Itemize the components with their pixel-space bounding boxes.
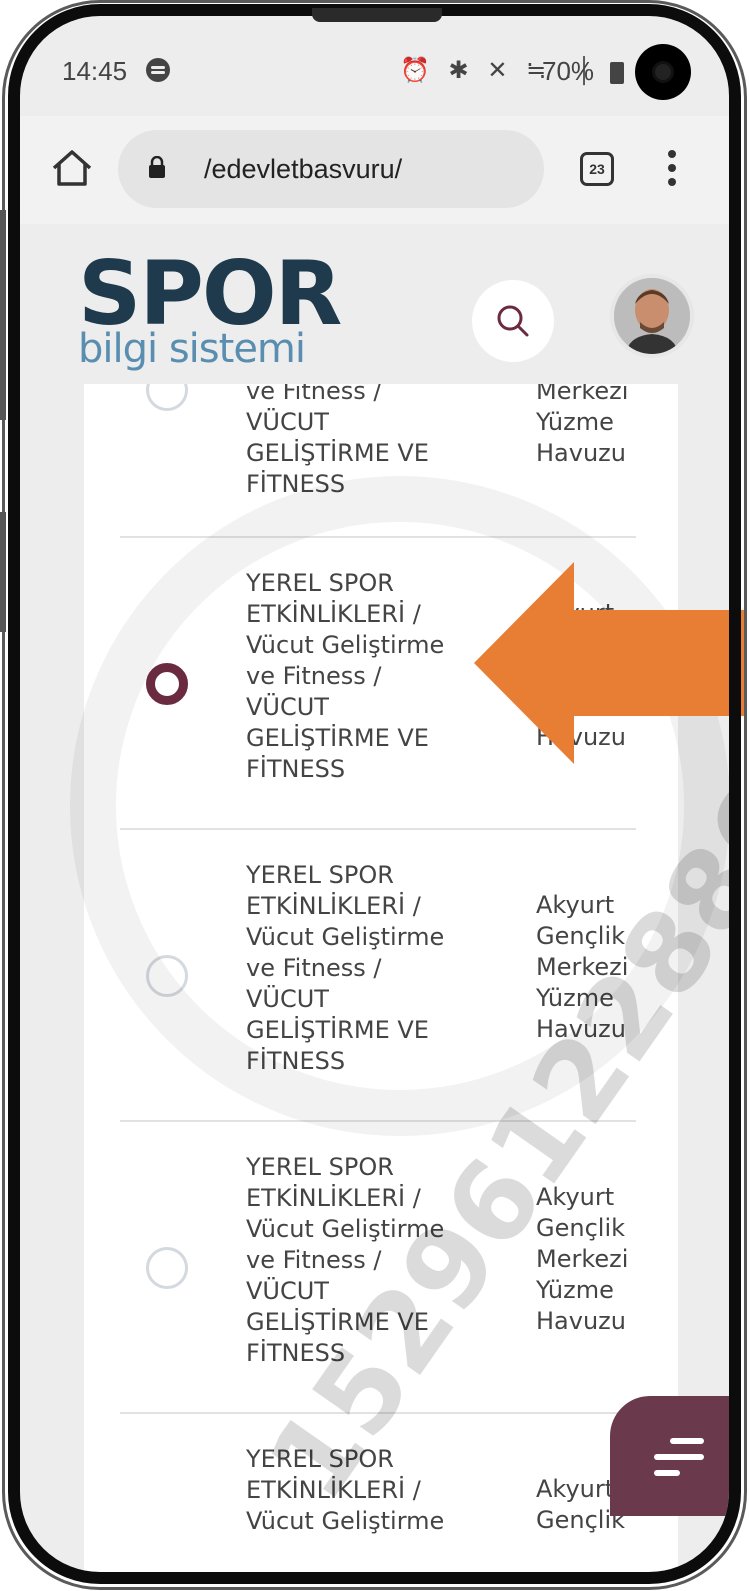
site-header: SPOR bilgi sistemi bbox=[20, 224, 729, 384]
facility-name: Merkezi Yüzme Havuzu bbox=[536, 384, 629, 467]
lock-icon bbox=[149, 156, 165, 178]
radio-button[interactable] bbox=[146, 955, 188, 997]
search-button[interactable] bbox=[472, 280, 554, 362]
activity-name: YEREL SPOR ETKİNLİKLERİ / Vücut Geliştir… bbox=[246, 569, 445, 783]
browser-toolbar: /edevletbasvuru/ 23 bbox=[20, 116, 729, 224]
front-camera bbox=[635, 44, 691, 100]
filter-menu-button[interactable] bbox=[610, 1396, 729, 1516]
filter-line bbox=[670, 1438, 704, 1444]
tab-switcher-button[interactable]: 23 bbox=[580, 152, 614, 186]
home-icon[interactable] bbox=[50, 146, 94, 190]
bixby-button bbox=[0, 512, 6, 632]
activity-name: YEREL SPOR ETKİNLİKLERİ / Vücut Geliştir… bbox=[246, 1445, 445, 1535]
phone-frame: 14:45 ⏰ ✱ ✕ ≒ .│ 70% /edevletbasvuru/ 23 bbox=[0, 0, 749, 1591]
list-item[interactable]: YEREL SPOR ETKİNLİKLERİ / Vücut Geliştir… bbox=[84, 1122, 678, 1414]
facility-name: Akyurt Gençlik Merkezi Yüzme Havuzu bbox=[536, 1183, 629, 1335]
volume-button bbox=[0, 210, 6, 420]
avatar-photo bbox=[614, 278, 690, 354]
user-avatar[interactable] bbox=[610, 274, 694, 358]
facility-name: Akyurt Gençlik Merkezi Yüzme Havuzu bbox=[536, 891, 629, 1043]
filter-line bbox=[654, 1454, 704, 1460]
screen: 14:45 ⏰ ✱ ✕ ≒ .│ 70% /edevletbasvuru/ 23 bbox=[20, 16, 729, 1572]
browser-menu-icon[interactable] bbox=[668, 150, 678, 190]
radio-button[interactable] bbox=[146, 384, 188, 411]
battery-percent: 70% bbox=[542, 56, 595, 86]
battery-icon bbox=[610, 62, 624, 84]
filter-line bbox=[654, 1470, 680, 1476]
activity-name: YEREL SPOR ETKİNLİKLERİ / Vücut Geliştir… bbox=[246, 1153, 445, 1367]
phone-speaker bbox=[312, 8, 442, 22]
address-bar[interactable]: /edevletbasvuru/ bbox=[118, 130, 544, 208]
status-bar: 14:45 ⏰ ✱ ✕ ≒ .│ 70% bbox=[20, 16, 729, 116]
search-icon bbox=[497, 305, 529, 337]
activity-name: YEREL SPOR ETKİNLİKLERİ / Vücut Geliştir… bbox=[246, 861, 445, 1075]
url-text: /edevletbasvuru/ bbox=[204, 154, 403, 184]
logo-subtitle: bilgi sistemi bbox=[78, 326, 306, 372]
list-item[interactable]: YEREL SPOR ETKİNLİKLERİ / Vücut Geliştir… bbox=[84, 830, 678, 1122]
orange-arrow-annotation bbox=[474, 562, 745, 764]
radio-button[interactable] bbox=[146, 1247, 188, 1289]
status-time: 14:45 bbox=[62, 56, 128, 86]
activity-name: ve Fitness / VÜCUT GELİŞTİRME VE FİTNESS bbox=[246, 384, 429, 498]
list-item[interactable]: ve Fitness / VÜCUT GELİŞTİRME VE FİTNESS… bbox=[84, 384, 678, 534]
list-item[interactable]: YEREL SPOR ETKİNLİKLERİ / Vücut Geliştir… bbox=[84, 1414, 678, 1572]
spotify-icon bbox=[146, 58, 170, 82]
radio-button-selected[interactable] bbox=[146, 663, 188, 705]
logo-title: SPOR bbox=[78, 242, 342, 345]
spor-logo[interactable]: SPOR bilgi sistemi bbox=[78, 250, 368, 380]
